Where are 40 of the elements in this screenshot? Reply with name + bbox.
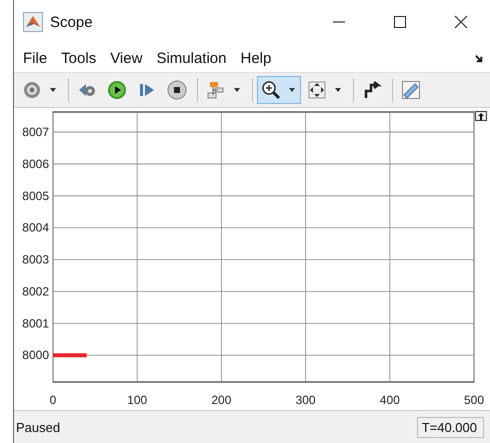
x-tick-label: 100 [127,393,148,407]
blocks-icon [206,80,226,100]
restore-axes-icon[interactable] [475,111,487,121]
close-icon[interactable] [454,15,468,29]
maximize-icon[interactable] [393,15,407,29]
status-text: Paused [16,420,60,434]
dropdown-caret-icon [335,88,341,92]
dock-arrow-icon[interactable] [475,54,484,62]
app-logo-icon [23,12,43,32]
y-tick-label: 8002 [22,284,49,298]
play-icon [107,80,127,100]
dropdown-caret-icon [50,88,56,92]
menu-item[interactable]: Help [240,50,272,66]
stop-icon [167,80,187,100]
x-tick-label: 500 [464,393,484,407]
y-tick-label: 8001 [22,316,49,330]
time-display: T=40.000 [416,416,484,438]
x-tick-label: 400 [380,393,400,407]
menu-item[interactable]: Simulation [156,50,226,66]
zoom-in-icon [261,80,281,100]
x-tick-label: 300 [296,393,316,407]
x-tick-label: 0 [50,393,56,407]
menu-item[interactable]: View [110,50,142,66]
fit-arrows-icon [307,80,327,100]
y-tick-label: 8005 [22,188,49,203]
dropdown-caret-icon [234,88,240,92]
zoom-button[interactable] [257,76,301,104]
window-title: Scope [50,14,93,30]
ruler-icon [401,80,421,100]
y-tick-label: 8004 [22,220,49,235]
y-tick-label: 8000 [22,348,49,362]
y-tick-label: 8003 [22,252,49,267]
y-tick-label: 8007 [22,125,49,140]
staircase-arrow-icon [362,80,382,100]
gear-icon [22,80,42,100]
y-tick-label: 8006 [22,156,49,171]
menu-item[interactable]: File [23,50,48,66]
menu-item[interactable]: Tools [61,50,96,66]
x-tick-label: 200 [211,393,232,407]
dropdown-caret-icon [289,88,295,92]
